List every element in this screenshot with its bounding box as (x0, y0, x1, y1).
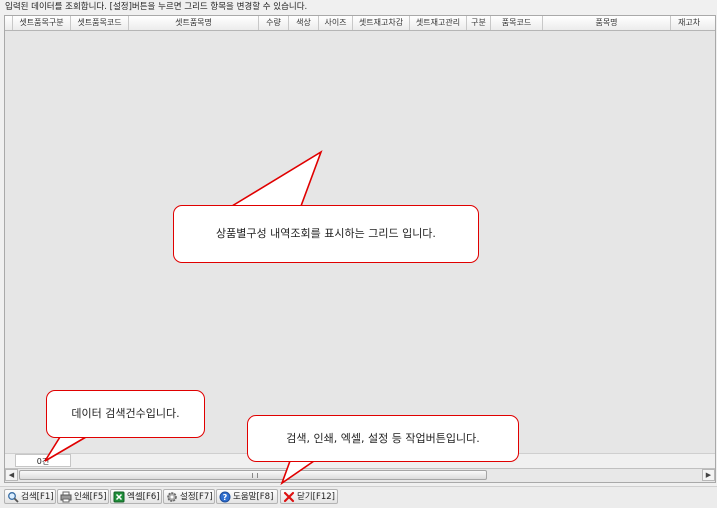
help-button-label: 도움말[F8] (233, 492, 274, 502)
help-icon: ? (219, 491, 231, 503)
count-callout: 데이터 검색건수입니다. (46, 390, 205, 438)
info-message: 입력된 데이터를 조회합니다. [설정]버튼을 누르면 그리드 항목을 변경할 … (0, 0, 717, 14)
excel-button[interactable]: 엑셀[F6] (110, 489, 162, 504)
scroll-grip-icon (252, 473, 258, 478)
help-button[interactable]: ? 도움말[F8] (216, 489, 278, 504)
print-button[interactable]: 인쇄[F5] (57, 489, 109, 504)
close-button-label: 닫기[F12] (297, 492, 335, 502)
scroll-left-button[interactable]: ◀ (5, 469, 18, 481)
scroll-thumb[interactable] (19, 470, 487, 480)
close-icon (283, 491, 295, 503)
toolbar-callout-text: 검색, 인쇄, 엑셀, 설정 등 작업버튼입니다. (286, 432, 480, 445)
toolbar-callout: 검색, 인쇄, 엑셀, 설정 등 작업버튼입니다. (247, 415, 519, 462)
grid-header: 셋트품목구분 셋트품목코드 셋트품목명 수량 색상 사이즈 셋트재고차감 셋트재… (5, 16, 715, 31)
search-button[interactable]: 검색[F1] (4, 489, 56, 504)
column-header-item-code[interactable]: 품목코드 (491, 16, 543, 30)
column-header-set-stock-deduct[interactable]: 셋트재고차감 (353, 16, 410, 30)
svg-text:?: ? (223, 493, 228, 502)
horizontal-scrollbar[interactable]: ◀ ▶ (5, 468, 715, 482)
column-header-set-stock-manage[interactable]: 셋트재고관리 (410, 16, 467, 30)
record-count: 0건 (15, 454, 71, 467)
count-callout-text: 데이터 검색건수입니다. (71, 407, 180, 420)
excel-button-label: 엑셀[F6] (127, 492, 160, 502)
settings-button[interactable]: 설정[F7] (163, 489, 215, 504)
column-header-item-name[interactable]: 품목명 (543, 16, 671, 30)
print-button-label: 인쇄[F5] (74, 492, 107, 502)
scroll-right-button[interactable]: ▶ (702, 469, 715, 481)
printer-icon (60, 491, 72, 503)
gear-icon (167, 492, 177, 502)
grid-callout: 상품별구성 내역조회를 표시하는 그리드 입니다. (173, 205, 479, 263)
column-header-stock-deduct[interactable]: 재고차 (671, 16, 715, 30)
close-button[interactable]: 닫기[F12] (280, 489, 338, 504)
excel-icon (113, 491, 125, 503)
column-header-quantity[interactable]: 수량 (259, 16, 289, 30)
search-icon (8, 492, 19, 503)
row-indicator-header (5, 16, 13, 30)
column-header-division[interactable]: 구분 (467, 16, 491, 30)
search-button-label: 검색[F1] (21, 492, 54, 502)
column-header-set-item-name[interactable]: 셋트품목명 (129, 16, 259, 30)
column-header-set-item-type[interactable]: 셋트품목구분 (13, 16, 71, 30)
action-toolbar: 검색[F1] 인쇄[F5] 엑셀[F6] 설정[F7] ? 도움말[F8] 닫기… (0, 486, 717, 508)
settings-button-label: 설정[F7] (180, 492, 213, 502)
column-header-color[interactable]: 색상 (289, 16, 319, 30)
column-header-size[interactable]: 사이즈 (319, 16, 353, 30)
grid-callout-text: 상품별구성 내역조회를 표시하는 그리드 입니다. (216, 227, 436, 240)
column-header-set-item-code[interactable]: 셋트품목코드 (71, 16, 129, 30)
